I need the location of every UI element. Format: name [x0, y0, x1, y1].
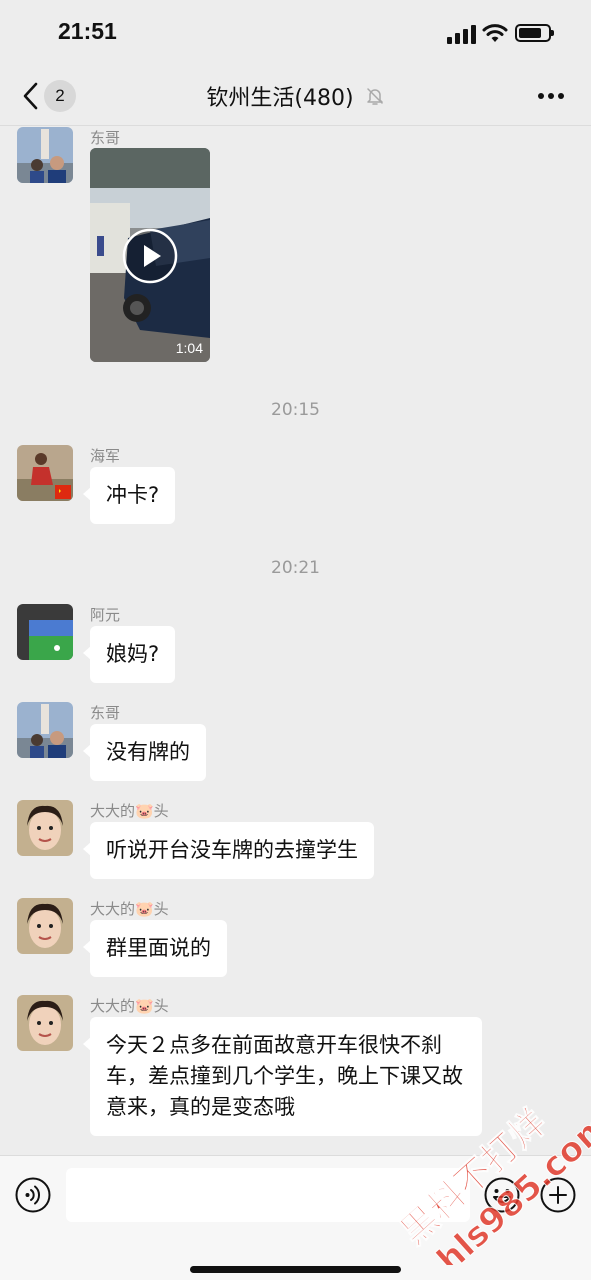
- video-duration: 1:04: [175, 340, 203, 356]
- sender-name: 东哥: [90, 129, 121, 147]
- battery-icon: [515, 24, 554, 42]
- voice-icon[interactable]: [15, 1177, 51, 1213]
- chat-title-group: 钦州生活(480): [0, 80, 591, 112]
- chat-title[interactable]: 钦州生活(480): [206, 80, 353, 112]
- play-icon[interactable]: [122, 228, 178, 284]
- avatar[interactable]: [17, 898, 73, 954]
- sender-name: 海军: [90, 447, 121, 465]
- plus-icon[interactable]: [540, 1177, 576, 1213]
- avatar[interactable]: [17, 702, 73, 758]
- video-message[interactable]: 1:04: [90, 148, 210, 362]
- sender-name: 大大的🐷头: [90, 997, 169, 1015]
- sender-name: 东哥: [90, 704, 121, 722]
- input-bar: [0, 1155, 591, 1280]
- message-bubble[interactable]: 今天２点多在前面故意开车很快不刹车，差点撞到几个学生，晚上下课又故意来，真的是变…: [83, 1017, 482, 1136]
- battery-level: [519, 28, 541, 38]
- message-input[interactable]: [66, 1168, 470, 1222]
- message-bubble[interactable]: 听说开台没车牌的去撞学生: [83, 822, 374, 879]
- avatar[interactable]: [17, 800, 73, 856]
- message-list[interactable]: 东哥 1:04 20:15 海军 冲卡? 20:21 阿元 娘妈? 东哥 没有牌…: [0, 127, 591, 1155]
- message-bubble[interactable]: 冲卡?: [82, 467, 176, 524]
- message-bubble[interactable]: 群里面说的: [83, 920, 227, 977]
- sender-name: 阿元: [90, 606, 121, 624]
- home-indicator: [190, 1266, 401, 1273]
- status-time: 21:51: [58, 18, 117, 44]
- message-bubble[interactable]: 娘妈?: [82, 626, 176, 683]
- avatar[interactable]: [17, 604, 73, 660]
- mute-icon: [366, 88, 383, 105]
- more-icon[interactable]: [537, 92, 565, 100]
- emoji-icon[interactable]: [484, 1177, 520, 1213]
- status-bar: 21:51: [0, 0, 591, 66]
- chat-header: 2 钦州生活(480): [0, 66, 591, 126]
- message-timestamp: 20:21: [271, 558, 320, 578]
- avatar[interactable]: [17, 127, 73, 183]
- avatar[interactable]: [17, 445, 73, 501]
- avatar[interactable]: [17, 995, 73, 1051]
- sender-name: 大大的🐷头: [90, 802, 169, 820]
- sender-name: 大大的🐷头: [90, 900, 169, 918]
- message-bubble[interactable]: 没有牌的: [83, 724, 206, 781]
- signal-icon: [447, 24, 477, 44]
- message-timestamp: 20:15: [271, 400, 320, 420]
- wifi-icon: [482, 24, 508, 42]
